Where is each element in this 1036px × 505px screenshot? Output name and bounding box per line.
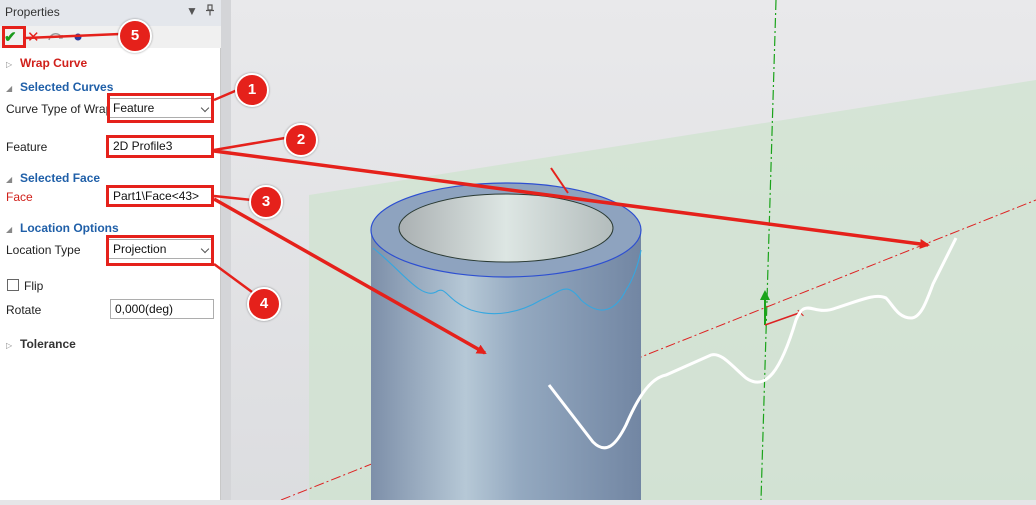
collapse-arrow-icon: ◢ (6, 225, 13, 234)
feature-label: Feature (6, 140, 48, 154)
callout-badge-2: 2 (284, 123, 318, 157)
highlight-box-feature (106, 135, 214, 158)
flip-checkbox[interactable] (7, 279, 19, 291)
expand-arrow-icon: ▷ (6, 341, 13, 350)
highlight-box-location-type (106, 235, 214, 266)
panel-header: Properties ▼ (0, 0, 221, 26)
cylinder-bore (398, 193, 614, 263)
section-wrap-curve[interactable]: ▷ Wrap Curve (6, 56, 87, 70)
highlight-box-ok (2, 26, 26, 48)
flip-label: Flip (24, 279, 44, 293)
location-type-label: Location Type (6, 243, 81, 257)
pin-icon[interactable] (205, 4, 215, 19)
collapse-arrow-icon: ◢ (6, 175, 13, 184)
section-selected-curves[interactable]: ◢ Selected Curves (6, 80, 113, 94)
callout-badge-3: 3 (249, 185, 283, 219)
toolbar: ✔ ✕ (0, 26, 221, 48)
properties-panel: Properties ▼ ✔ ✕ ▷ Wrap Curve ◢ Selected C… (0, 0, 221, 500)
highlight-box-face (106, 185, 214, 207)
3d-viewport[interactable]: ✕ (221, 0, 1036, 501)
section-selected-face[interactable]: ◢ Selected Face (6, 171, 100, 185)
section-location-options[interactable]: ◢ Location Options (6, 221, 119, 235)
highlight-box-curve-type (107, 93, 214, 123)
callout-badge-1: 1 (235, 73, 269, 107)
collapse-arrow-icon: ◢ (6, 84, 13, 93)
rotate-label: Rotate (6, 303, 42, 317)
face-label: Face (6, 190, 33, 204)
x-icon[interactable]: ✕ (27, 29, 40, 46)
section-tolerance[interactable]: ▷ Tolerance (6, 337, 76, 351)
curve-type-label: Curve Type of Wrap (6, 102, 113, 116)
panel-title: Properties (5, 5, 60, 19)
rotate-input[interactable]: 0,000(deg) (110, 299, 214, 319)
expand-arrow-icon: ▷ (6, 60, 13, 69)
dropdown-triangle-icon[interactable]: ▼ (186, 4, 198, 18)
apply-icon[interactable] (47, 30, 65, 48)
viewport-edge (221, 0, 231, 500)
callout-badge-4: 4 (247, 287, 281, 321)
dot-icon[interactable] (73, 29, 83, 47)
callout-badge-5: 5 (118, 19, 152, 53)
